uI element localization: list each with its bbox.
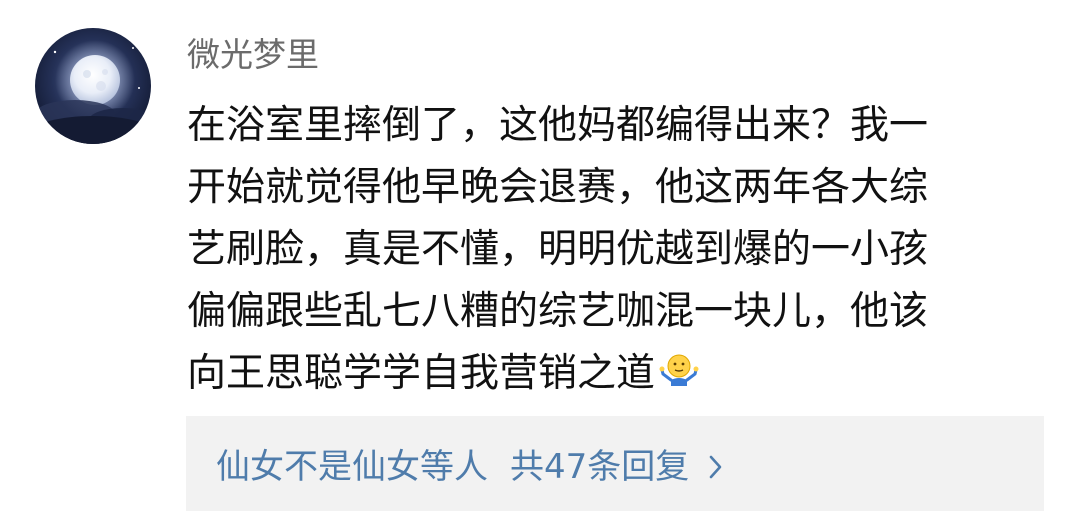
comment-line: 在浴室里摔倒了，这他妈都编得出来？我一 xyxy=(187,103,929,148)
comment-last-line: 向王思聪学学自我营销之道 xyxy=(187,343,1047,405)
reply-summary-box: 仙女不是仙女等人 共47条回复 xyxy=(186,416,1044,511)
view-replies-link[interactable]: 仙女不是仙女等人 共47条回复 xyxy=(216,416,725,511)
avatar[interactable] xyxy=(35,28,151,144)
repliers-names: 仙女不是仙女等人 xyxy=(216,447,488,487)
comment-line: 向王思聪学学自我营销之道 xyxy=(187,351,656,396)
comment-line: 艺刷脸，真是不懂，明明优越到爆的一小孩 xyxy=(187,227,929,272)
moon-night-avatar-icon xyxy=(35,28,151,144)
chevron-right-icon xyxy=(707,450,725,478)
reply-count: 共47条回复 xyxy=(510,447,690,487)
shrug-emoji-icon xyxy=(659,347,699,387)
comment-line: 开始就觉得他早晚会退赛，他这两年各大综 xyxy=(187,165,929,210)
comment-text: 在浴室里摔倒了，这他妈都编得出来？我一 开始就觉得他早晚会退赛，他这两年各大综 … xyxy=(187,95,1047,405)
comment-line: 偏偏跟些乱七八糟的综艺咖混一块儿，他该 xyxy=(187,289,929,334)
username[interactable]: 微光梦里 xyxy=(187,30,319,80)
comment-item: 微光梦里 在浴室里摔倒了，这他妈都编得出来？我一 开始就觉得他早晚会退赛，他这两… xyxy=(0,0,1080,511)
